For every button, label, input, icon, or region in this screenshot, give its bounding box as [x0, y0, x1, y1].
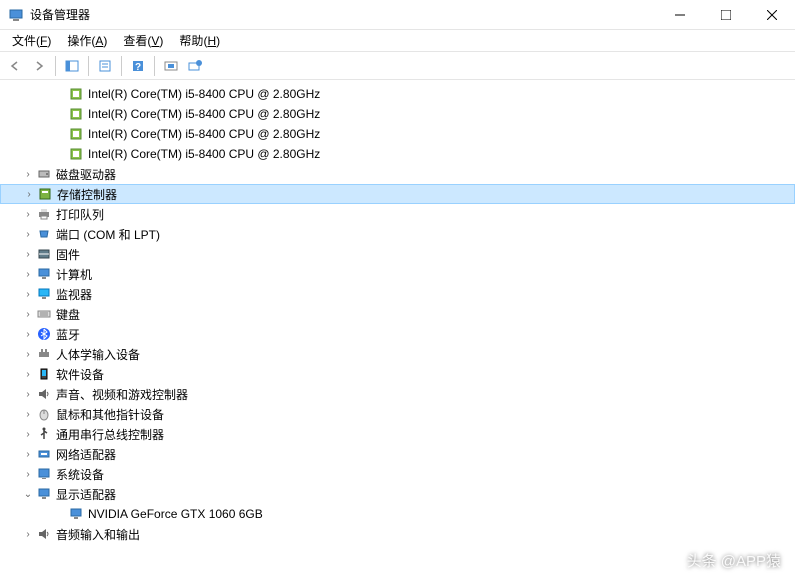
tree-node-computer[interactable]: ›计算机 [0, 264, 795, 284]
help-button[interactable]: ? [127, 55, 149, 77]
display-icon [68, 506, 84, 522]
menu-action[interactable]: 操作(A) [59, 30, 115, 51]
tree-node-cpu[interactable]: Intel(R) Core(TM) i5-8400 CPU @ 2.80GHz [0, 84, 795, 104]
hid-icon [36, 346, 52, 362]
tree-node-firmware[interactable]: ›固件 [0, 244, 795, 264]
collapse-icon[interactable]: ⌄ [20, 486, 36, 502]
window-title: 设备管理器 [30, 6, 657, 23]
expand-icon[interactable]: › [20, 286, 36, 302]
tree-node-cpu[interactable]: Intel(R) Core(TM) i5-8400 CPU @ 2.80GHz [0, 124, 795, 144]
device-tree[interactable]: Intel(R) Core(TM) i5-8400 CPU @ 2.80GHz … [0, 80, 795, 579]
tree-node-system-devices[interactable]: ›系统设备 [0, 464, 795, 484]
port-icon [36, 226, 52, 242]
tree-node-display-adapters[interactable]: ⌄显示适配器 [0, 484, 795, 504]
cpu-icon [68, 126, 84, 142]
expand-icon[interactable]: › [20, 326, 36, 342]
separator [55, 56, 56, 76]
menu-file[interactable]: 文件(F) [4, 30, 59, 51]
tree-node-storage-controllers[interactable]: ›存储控制器 [0, 184, 795, 204]
scan-hardware-button[interactable] [160, 55, 182, 77]
back-button[interactable] [4, 55, 26, 77]
expand-icon[interactable]: › [20, 366, 36, 382]
separator [88, 56, 89, 76]
expand-icon[interactable]: › [20, 426, 36, 442]
cpu-icon [68, 86, 84, 102]
tree-node-bluetooth[interactable]: ›蓝牙 [0, 324, 795, 344]
monitor-icon [36, 286, 52, 302]
tree-node-network-adapters[interactable]: ›网络适配器 [0, 444, 795, 464]
titlebar: 设备管理器 [0, 0, 795, 30]
tree-node-monitors[interactable]: ›监视器 [0, 284, 795, 304]
tree-node-audio-io[interactable]: ›音频输入和输出 [0, 524, 795, 544]
expand-icon[interactable]: › [20, 246, 36, 262]
tree-node-disk-drives[interactable]: ›磁盘驱动器 [0, 164, 795, 184]
cpu-icon [68, 146, 84, 162]
network-icon [36, 446, 52, 462]
tree-node-mice[interactable]: ›鼠标和其他指针设备 [0, 404, 795, 424]
toolbar: ? [0, 52, 795, 80]
keyboard-icon [36, 306, 52, 322]
disk-icon [36, 166, 52, 182]
display-icon [36, 486, 52, 502]
maximize-button[interactable] [703, 0, 749, 30]
properties-button[interactable] [94, 55, 116, 77]
tree-node-print-queues[interactable]: ›打印队列 [0, 204, 795, 224]
menu-view[interactable]: 查看(V) [115, 30, 171, 51]
show-hide-console-button[interactable] [61, 55, 83, 77]
app-icon [8, 7, 24, 23]
tree-node-cpu[interactable]: Intel(R) Core(TM) i5-8400 CPU @ 2.80GHz [0, 144, 795, 164]
printer-icon [36, 206, 52, 222]
expand-icon[interactable]: › [20, 466, 36, 482]
expand-icon[interactable]: › [20, 346, 36, 362]
expand-icon[interactable]: › [20, 166, 36, 182]
expand-icon[interactable]: › [20, 306, 36, 322]
expand-icon[interactable]: › [20, 406, 36, 422]
tree-node-keyboards[interactable]: ›键盘 [0, 304, 795, 324]
tree-node-sound-controllers[interactable]: ›声音、视频和游戏控制器 [0, 384, 795, 404]
computer-icon [36, 266, 52, 282]
bluetooth-icon [36, 326, 52, 342]
expand-icon[interactable]: › [20, 386, 36, 402]
expand-icon[interactable]: › [20, 446, 36, 462]
window-controls [657, 0, 795, 30]
tree-node-cpu[interactable]: Intel(R) Core(TM) i5-8400 CPU @ 2.80GHz [0, 104, 795, 124]
expand-icon[interactable]: › [20, 266, 36, 282]
mouse-icon [36, 406, 52, 422]
firmware-icon [36, 246, 52, 262]
usb-icon [36, 426, 52, 442]
tree-node-usb-controllers[interactable]: ›通用串行总线控制器 [0, 424, 795, 444]
tree-node-hid[interactable]: ›人体学输入设备 [0, 344, 795, 364]
forward-button[interactable] [28, 55, 50, 77]
separator [121, 56, 122, 76]
expand-icon[interactable]: › [21, 186, 37, 202]
speaker-icon [36, 386, 52, 402]
expand-icon[interactable]: › [20, 206, 36, 222]
expand-icon[interactable]: › [20, 226, 36, 242]
speaker-icon [36, 526, 52, 542]
cpu-icon [68, 106, 84, 122]
tree-node-ports[interactable]: ›端口 (COM 和 LPT) [0, 224, 795, 244]
add-hardware-button[interactable] [184, 55, 206, 77]
close-button[interactable] [749, 0, 795, 30]
tree-node-gpu[interactable]: NVIDIA GeForce GTX 1060 6GB [0, 504, 795, 524]
system-icon [36, 466, 52, 482]
separator [154, 56, 155, 76]
software-icon [36, 366, 52, 382]
menubar: 文件(F) 操作(A) 查看(V) 帮助(H) [0, 30, 795, 52]
menu-help[interactable]: 帮助(H) [171, 30, 228, 51]
svg-text:?: ? [135, 62, 141, 73]
storage-icon [37, 186, 53, 202]
minimize-button[interactable] [657, 0, 703, 30]
expand-icon[interactable]: › [20, 526, 36, 542]
tree-node-software-devices[interactable]: ›软件设备 [0, 364, 795, 384]
